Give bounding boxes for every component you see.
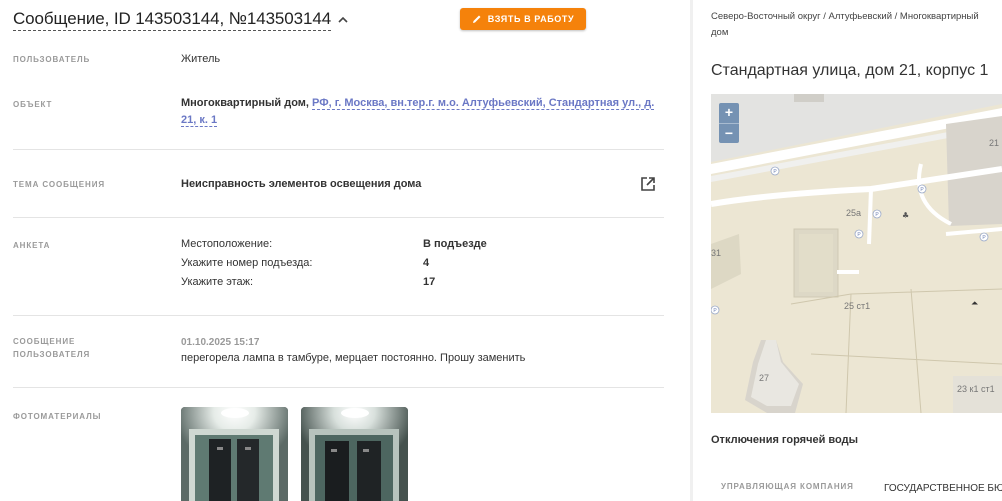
object-label: ОБЪЕКТ xyxy=(13,100,53,109)
house-number: 31 xyxy=(711,248,721,258)
breadcrumb: Северо-Восточный округ / Алтуфьевский / … xyxy=(711,9,1001,41)
form-answers: Местоположение: В подъезде Укажите номер… xyxy=(181,235,487,292)
breadcrumb-line[interactable]: дом xyxy=(711,25,1001,41)
object-side-panel: Северо-Восточный округ / Алтуфьевский / … xyxy=(693,0,1002,501)
poi-icon: ⏶ xyxy=(971,299,979,309)
object-value: Многоквартирный дом, РФ, г. Москва, вн.т… xyxy=(181,95,666,129)
user-message-date: 01.10.2025 15:17 xyxy=(181,337,260,348)
zoom-out-button[interactable]: − xyxy=(719,123,739,143)
object-type: Многоквартирный дом, xyxy=(181,97,309,109)
map[interactable]: P P P P P P 21 25а 31 25 ст1 27 23 к1 ст… xyxy=(711,94,1002,413)
divider xyxy=(13,217,664,218)
breadcrumb-line[interactable]: Северо-Восточный округ / Алтуфьевский / … xyxy=(711,9,1001,25)
form-answer: 4 xyxy=(423,257,430,269)
zoom-in-button[interactable]: + xyxy=(719,103,739,123)
form-question: Местоположение: xyxy=(181,238,273,250)
photos-label: ФОТОМАТЕРИАЛЫ xyxy=(13,412,102,421)
take-to-work-label: ВЗЯТЬ В РАБОТУ xyxy=(487,14,575,24)
form-question: Укажите этаж: xyxy=(181,276,254,288)
form-question: Укажите номер подъезда: xyxy=(181,257,313,269)
map-zoom-controls: + − xyxy=(719,103,739,143)
message-title[interactable]: Сообщение, ID 143503144, №143503144 xyxy=(13,8,331,31)
management-company-label: УПРАВЛЯЮЩАЯ КОМПАНИЯ xyxy=(721,482,854,491)
divider xyxy=(13,315,664,316)
form-answer-row: Местоположение: В подъезде xyxy=(181,235,487,254)
take-to-work-button[interactable]: ВЗЯТЬ В РАБОТУ xyxy=(460,8,586,30)
user-message-label-2: ПОЛЬЗОВАТЕЛЯ xyxy=(13,350,91,359)
user-message-label-1: СООБЩЕНИЕ xyxy=(13,337,76,346)
photo-thumbnail[interactable] xyxy=(301,407,408,501)
message-header: Сообщение, ID 143503144, №143503144 xyxy=(13,8,349,31)
house-number: 25 ст1 xyxy=(844,301,870,311)
user-label: ПОЛЬЗОВАТЕЛЬ xyxy=(13,55,91,64)
chevron-up-icon[interactable] xyxy=(337,14,349,26)
topic-label: ТЕМА СООБЩЕНИЯ xyxy=(13,180,106,189)
house-number: 23 к1 ст1 xyxy=(957,384,995,394)
form-label: АНКЕТА xyxy=(13,241,51,250)
hot-water-outages-title: Отключения горячей воды xyxy=(711,434,858,446)
map-canvas[interactable]: P P P P P P 21 25а 31 25 ст1 27 23 к1 ст… xyxy=(711,94,1002,413)
house-number: 21 xyxy=(989,138,999,148)
form-answer-row: Укажите номер подъезда: 4 xyxy=(181,254,487,273)
house-number: 25а xyxy=(846,208,861,218)
topic-value: Неисправность элементов освещения дома xyxy=(181,178,422,190)
form-answer: В подъезде xyxy=(423,238,487,250)
form-answer: 17 xyxy=(423,276,436,288)
address-title: Стандартная улица, дом 21, корпус 1 xyxy=(711,62,989,79)
management-company-value: ГОСУДАРСТВЕННОЕ БЮ xyxy=(884,483,1002,494)
divider xyxy=(13,149,664,150)
form-answer-row: Укажите этаж: 17 xyxy=(181,273,487,292)
house-number: 27 xyxy=(759,373,769,383)
open-external-icon[interactable] xyxy=(639,175,657,193)
photo-thumbnail[interactable] xyxy=(181,407,288,501)
user-message-text: перегорела лампа в тамбуре, мерцает пост… xyxy=(181,352,526,364)
divider xyxy=(13,387,664,388)
poi-icon: ♣ xyxy=(902,211,909,220)
pencil-icon xyxy=(472,15,481,23)
user-value: Житель xyxy=(181,53,221,65)
message-panel: Сообщение, ID 143503144, №143503144 ВЗЯТ… xyxy=(0,0,690,501)
